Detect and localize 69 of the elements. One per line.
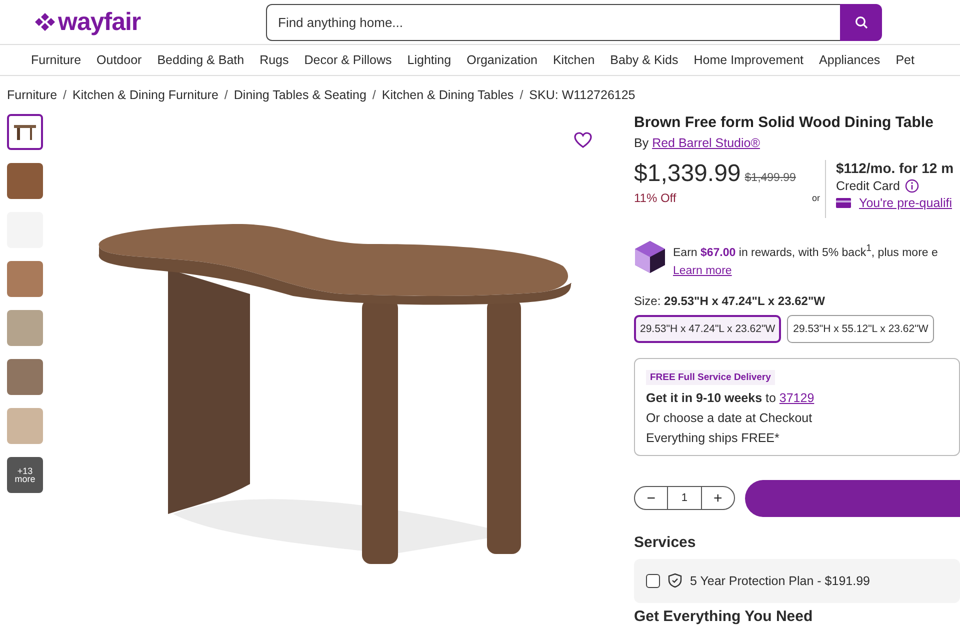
nav-link[interactable]: Rugs <box>260 53 289 67</box>
size-option[interactable]: 29.53"H x 47.24"L x 23.62"W <box>634 314 782 343</box>
thumbnail[interactable] <box>7 359 43 395</box>
nav-link[interactable]: Home Improvement <box>694 53 804 67</box>
nav-link[interactable]: Pet <box>896 53 914 67</box>
section-heading: Get Everything You Need <box>634 608 814 625</box>
decrease-button[interactable]: − <box>635 487 668 510</box>
service-label: 5 Year Protection Plan - $191.99 <box>690 574 870 588</box>
delivery-note: Everything ships FREE* <box>646 430 780 445</box>
thumbnail[interactable] <box>7 114 43 150</box>
nav-link[interactable]: Outdoor <box>96 53 142 67</box>
delivery-estimate: Get it in 9-10 weeks to <box>646 390 777 405</box>
thumbnail[interactable] <box>7 163 43 199</box>
more-images-button[interactable]: +13 more <box>7 457 43 493</box>
nav-link[interactable]: Furniture <box>31 53 82 67</box>
quantity-value[interactable]: 1 <box>667 487 702 510</box>
product-title: Brown Free form Solid Wood Dining Table <box>634 114 934 131</box>
price: $1,339.99 <box>634 160 741 187</box>
sku-text: SKU: W112726125 <box>529 88 636 102</box>
zip-code-link[interactable]: 37129 <box>779 390 814 405</box>
section-heading: Services <box>634 534 697 551</box>
breadcrumb-link[interactable]: Kitchen & Dining Furniture <box>72 88 218 102</box>
thumbnail[interactable] <box>7 261 43 297</box>
add-to-cart-button[interactable] <box>745 480 960 517</box>
logo-icon[interactable] <box>34 12 56 32</box>
search-field[interactable]: Find anything home... <box>266 4 840 40</box>
heart-icon[interactable] <box>574 132 592 148</box>
brand-link[interactable]: Red Barrel Studio® <box>652 136 760 150</box>
gem-icon <box>634 240 666 274</box>
breadcrumb-separator: / <box>63 88 67 102</box>
nav-link[interactable]: Kitchen <box>552 53 595 67</box>
size-option[interactable]: 29.53"H x 55.12"L x 23.62"W <box>787 314 934 343</box>
thumbnail[interactable] <box>7 408 43 444</box>
nav-link[interactable]: Organization <box>466 53 538 67</box>
search-icon <box>854 16 868 28</box>
credit-card-label: Credit Card <box>836 179 900 193</box>
nav-link[interactable]: Bedding & Bath <box>157 53 244 67</box>
table-thumbnail-drawing <box>12 122 38 142</box>
breadcrumb-link[interactable]: Kitchen & Dining Tables <box>382 88 514 102</box>
original-price: $1,499.99 <box>744 172 796 184</box>
delivery-badge: FREE Full Service Delivery <box>646 370 775 385</box>
monthly-price: $112/mo. for 12 m <box>836 160 954 176</box>
nav-link[interactable]: Baby & Kids <box>610 53 678 67</box>
service-option[interactable]: 5 Year Protection Plan - $191.99 <box>634 558 960 603</box>
search-button[interactable] <box>840 4 882 40</box>
rewards-text: Earn $67.00 in rewards, with 5% back$^{1}$, plus more e <box>673 246 938 259</box>
delivery-note: Or choose a date at Checkout <box>646 410 812 425</box>
thumbnail[interactable] <box>7 310 43 346</box>
discount-text: 11% Off <box>634 191 678 205</box>
nav-link[interactable]: Appliances <box>819 53 880 67</box>
nav-link[interactable]: Decor & Pillows <box>304 53 392 67</box>
nav-link[interactable]: Lighting <box>407 53 452 67</box>
increase-button[interactable]: + <box>702 487 734 510</box>
breadcrumb-link[interactable]: Dining Tables & Seating <box>234 88 366 102</box>
credit-card-icon <box>836 198 852 208</box>
checkbox[interactable] <box>646 574 660 588</box>
breadcrumb-separator: / <box>520 88 524 102</box>
or-text: or <box>812 193 820 203</box>
info-icon[interactable] <box>904 179 919 193</box>
prequalified-link[interactable]: You're pre-qualifi <box>859 196 952 210</box>
learn-more-link[interactable]: Learn more <box>673 264 732 277</box>
shield-check-icon <box>668 573 682 588</box>
size-label: Size: <box>634 294 662 308</box>
breadcrumb-separator: / <box>224 88 228 102</box>
breadcrumb-separator: / <box>372 88 376 102</box>
logo-text[interactable]: wayfair <box>58 8 141 36</box>
by-label: By <box>634 136 650 150</box>
breadcrumb-link[interactable]: Furniture <box>7 88 58 102</box>
size-value: 29.53"H x 47.24"L x 23.62"W <box>664 294 825 308</box>
